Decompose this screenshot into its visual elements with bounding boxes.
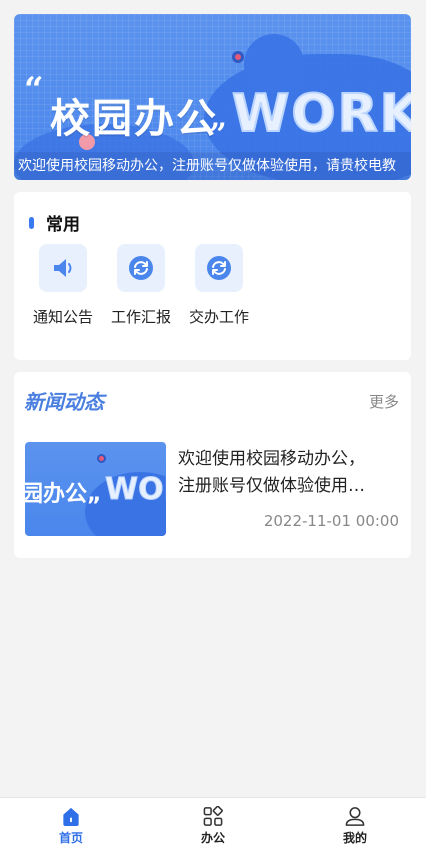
- news-thumbnail[interactable]: 园办公„ WOR: [25, 442, 166, 536]
- tab-mine[interactable]: 我的: [284, 798, 426, 846]
- tile-icon-box: [39, 244, 87, 292]
- thumb-title: 园办公„: [25, 482, 102, 507]
- news-date: 2022-11-01 00:00: [263, 512, 399, 530]
- banner-title: 校园办公: [50, 96, 218, 142]
- tab-label: 我的: [342, 831, 367, 845]
- section-marker: [29, 216, 34, 229]
- tab-office[interactable]: 办公: [142, 798, 284, 846]
- refresh-icon: [129, 256, 153, 280]
- tile-icon-box: [195, 244, 243, 292]
- user-icon: [345, 807, 365, 826]
- common-tiles: 通知公告 工作汇报 交办工作: [24, 244, 258, 327]
- news-title: 新闻动态: [24, 390, 104, 414]
- thumb-dot: [97, 454, 106, 463]
- banner-quote-close: „: [210, 100, 228, 135]
- news-title-line: 注册账号仅做体验使用…: [178, 476, 365, 496]
- refresh-icon: [207, 256, 231, 280]
- tile-report[interactable]: 工作汇报: [102, 244, 180, 327]
- banner-quote-open: “: [24, 70, 44, 110]
- news-title-line: 欢迎使用校园移动办公，: [178, 449, 365, 469]
- tile-label: 通知公告: [32, 308, 93, 326]
- news-item-title[interactable]: 欢迎使用校园移动办公， 注册账号仅做体验使用…: [178, 446, 400, 500]
- common-header: 常用: [29, 210, 80, 235]
- banner-dot: [232, 51, 244, 63]
- tile-assigned-work[interactable]: 交办工作: [180, 244, 258, 327]
- home-icon: [63, 807, 79, 827]
- banner[interactable]: “ 校园办公 „ WORK 欢迎使用校园移动办公，注册账号仅做体验使用，请贵校电…: [14, 14, 411, 180]
- speaker-icon: [54, 259, 72, 277]
- tab-label: 首页: [58, 831, 83, 845]
- apps-icon: [203, 806, 223, 826]
- bottom-tab-bar: 首页 办公 我的: [0, 797, 426, 846]
- news-section: 新闻动态 更多 园办公„ WOR 欢迎使用校园移动办公， 注册账号仅做体验使用……: [14, 372, 411, 558]
- tab-home[interactable]: 首页: [0, 798, 142, 846]
- banner-art-word: WORK: [231, 83, 411, 145]
- news-more-link[interactable]: 更多: [369, 391, 399, 412]
- tab-label: 办公: [200, 831, 225, 845]
- thumb-art-word: WOR: [105, 472, 166, 508]
- tile-icon-box: [117, 244, 165, 292]
- common-section: 常用 通知公告 工作汇报 交办工作: [14, 192, 411, 360]
- common-title: 常用: [46, 215, 80, 235]
- banner-caption: 欢迎使用校园移动办公，注册账号仅做体验使用，请贵校电教: [14, 152, 411, 180]
- tile-notice[interactable]: 通知公告: [24, 244, 102, 327]
- tile-label: 工作汇报: [110, 308, 171, 326]
- tile-label: 交办工作: [188, 308, 249, 326]
